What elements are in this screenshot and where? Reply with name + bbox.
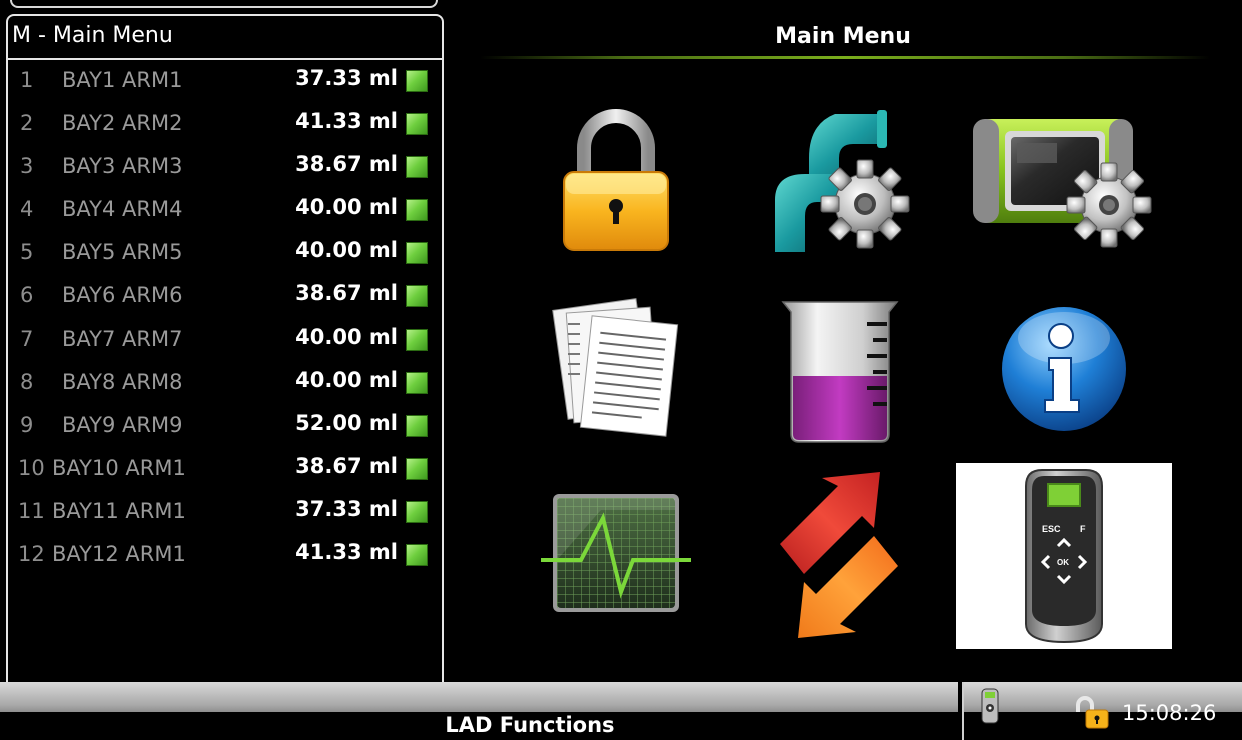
tile-transfer[interactable]: [732, 462, 948, 648]
panel-title: M - Main Menu: [8, 16, 442, 60]
arm-name: BAY3 ARM3: [62, 154, 183, 179]
arm-index: 10: [18, 455, 45, 480]
documents-icon: [552, 298, 679, 437]
arm-index: 7: [20, 326, 34, 351]
beaker-icon: [781, 301, 899, 443]
arm-volume: 41.33 ml: [295, 540, 398, 565]
clock: 15:08:26: [1122, 701, 1217, 725]
list-item[interactable]: 8 BAY8 ARM8 40.00 ml: [8, 362, 442, 405]
arm-name: BAY6 ARM6: [62, 283, 183, 308]
title-underline: [480, 56, 1210, 59]
top-tab-edge: [10, 0, 438, 8]
unlocked-padlock-icon: [1076, 696, 1109, 729]
list-item[interactable]: 10 BAY10 ARM1 38.67 ml: [8, 448, 442, 491]
list-item[interactable]: 6 BAY6 ARM6 38.67 ml: [8, 275, 442, 318]
handheld-ok-label: OK: [1057, 558, 1069, 567]
handheld-esc-label: ESC: [1042, 524, 1061, 534]
arm-index: 11: [18, 498, 45, 523]
arm-index: 8: [20, 369, 34, 394]
page-title: Main Menu: [775, 24, 911, 49]
arm-index: 2: [20, 111, 34, 136]
arm-volume: 40.00 ml: [295, 238, 398, 263]
list-item[interactable]: 9 BAY9 ARM9 52.00 ml: [8, 405, 442, 448]
status-divider-edge: [962, 682, 964, 740]
tile-handheld-remote[interactable]: ESC F OK: [956, 463, 1172, 649]
tile-arm-configuration[interactable]: [732, 86, 948, 272]
arm-index: 4: [20, 197, 34, 222]
arm-name: BAY5 ARM5: [62, 240, 183, 265]
bottom-bar-base: [0, 712, 1242, 740]
tile-calibration[interactable]: [732, 276, 948, 462]
tile-security[interactable]: [508, 86, 724, 272]
arm-list-panel: M - Main Menu 1 BAY1 ARM1 37.33 ml 2 BAY2 AR…: [6, 14, 444, 686]
info-icon: [1002, 307, 1126, 431]
status-led-icon: [406, 113, 428, 136]
list-item[interactable]: 12 BAY12 ARM1 41.33 ml: [8, 534, 442, 577]
pipe-gear-icon: [775, 110, 910, 252]
arm-volume: 38.67 ml: [295, 453, 398, 478]
arm-index: 3: [20, 154, 34, 179]
status-led-icon: [406, 414, 428, 437]
arm-volume: 37.33 ml: [295, 496, 398, 521]
arm-name: BAY10 ARM1: [52, 455, 186, 480]
tile-diagnostics[interactable]: [508, 462, 724, 648]
arm-volume: 38.67 ml: [295, 152, 398, 177]
arm-name: BAY11 ARM1: [52, 498, 186, 523]
list-item[interactable]: 3 BAY3 ARM3 38.67 ml: [8, 146, 442, 189]
padlock-icon: [563, 109, 669, 251]
arm-volume: 52.00 ml: [295, 410, 398, 435]
tile-reports[interactable]: [508, 276, 724, 462]
arm-index: 12: [18, 542, 45, 567]
arm-index: 5: [20, 240, 34, 265]
tile-device-configuration[interactable]: [956, 86, 1172, 272]
arm-index: 6: [20, 283, 34, 308]
arm-name: BAY1 ARM1: [62, 68, 183, 92]
handheld-remote-icon: ESC F OK: [1025, 469, 1103, 644]
tile-information[interactable]: [956, 276, 1172, 462]
arm-volume: 40.00 ml: [295, 367, 398, 392]
handheld-f-label: F: [1080, 524, 1086, 534]
status-led-icon: [406, 371, 428, 394]
arm-volume: 41.33 ml: [295, 109, 398, 134]
list-item[interactable]: 5 BAY5 ARM5 40.00 ml: [8, 232, 442, 275]
arm-index: 9: [20, 412, 34, 437]
handheld-status-icon: [981, 688, 999, 724]
status-led-icon: [406, 156, 428, 179]
list-item[interactable]: 2 BAY2 ARM2 41.33 ml: [8, 103, 442, 146]
arm-name: BAY9 ARM9: [62, 412, 183, 437]
arm-name: BAY7 ARM7: [62, 326, 183, 351]
list-item[interactable]: 4 BAY4 ARM4 40.00 ml: [8, 189, 442, 232]
arm-volume: 40.00 ml: [295, 195, 398, 220]
status-led-icon: [406, 242, 428, 265]
list-item[interactable]: 11 BAY11 ARM1 37.33 ml: [8, 491, 442, 534]
arm-list: 1 BAY1 ARM1 37.33 ml 2 BAY2 ARM2 41.33 ml 3 BAY…: [8, 60, 442, 577]
arm-name: BAY12 ARM1: [52, 542, 186, 567]
list-item[interactable]: 1 BAY1 ARM1 37.33 ml: [8, 60, 442, 103]
arm-index: 1: [20, 68, 34, 92]
status-led-icon: [406, 544, 428, 567]
arm-name: BAY4 ARM4: [62, 197, 183, 222]
arm-name: BAY2 ARM2: [62, 111, 183, 136]
arm-volume: 40.00 ml: [295, 324, 398, 349]
status-led-icon: [406, 70, 428, 92]
status-led-icon: [406, 285, 428, 308]
arm-volume: 38.67 ml: [295, 281, 398, 306]
transfer-arrows-icon: [780, 472, 898, 638]
status-led-icon: [406, 199, 428, 222]
arm-name: BAY8 ARM8: [62, 369, 183, 394]
arm-volume: 37.33 ml: [295, 66, 398, 90]
status-led-icon: [406, 500, 428, 523]
status-led-icon: [406, 457, 428, 480]
lad-functions-button[interactable]: LAD Functions: [440, 712, 620, 738]
status-led-icon: [406, 328, 428, 351]
list-item[interactable]: 7 BAY7 ARM7 40.00 ml: [8, 319, 442, 362]
waveform-monitor-icon: [541, 494, 691, 612]
device-gear-icon: [973, 119, 1152, 248]
